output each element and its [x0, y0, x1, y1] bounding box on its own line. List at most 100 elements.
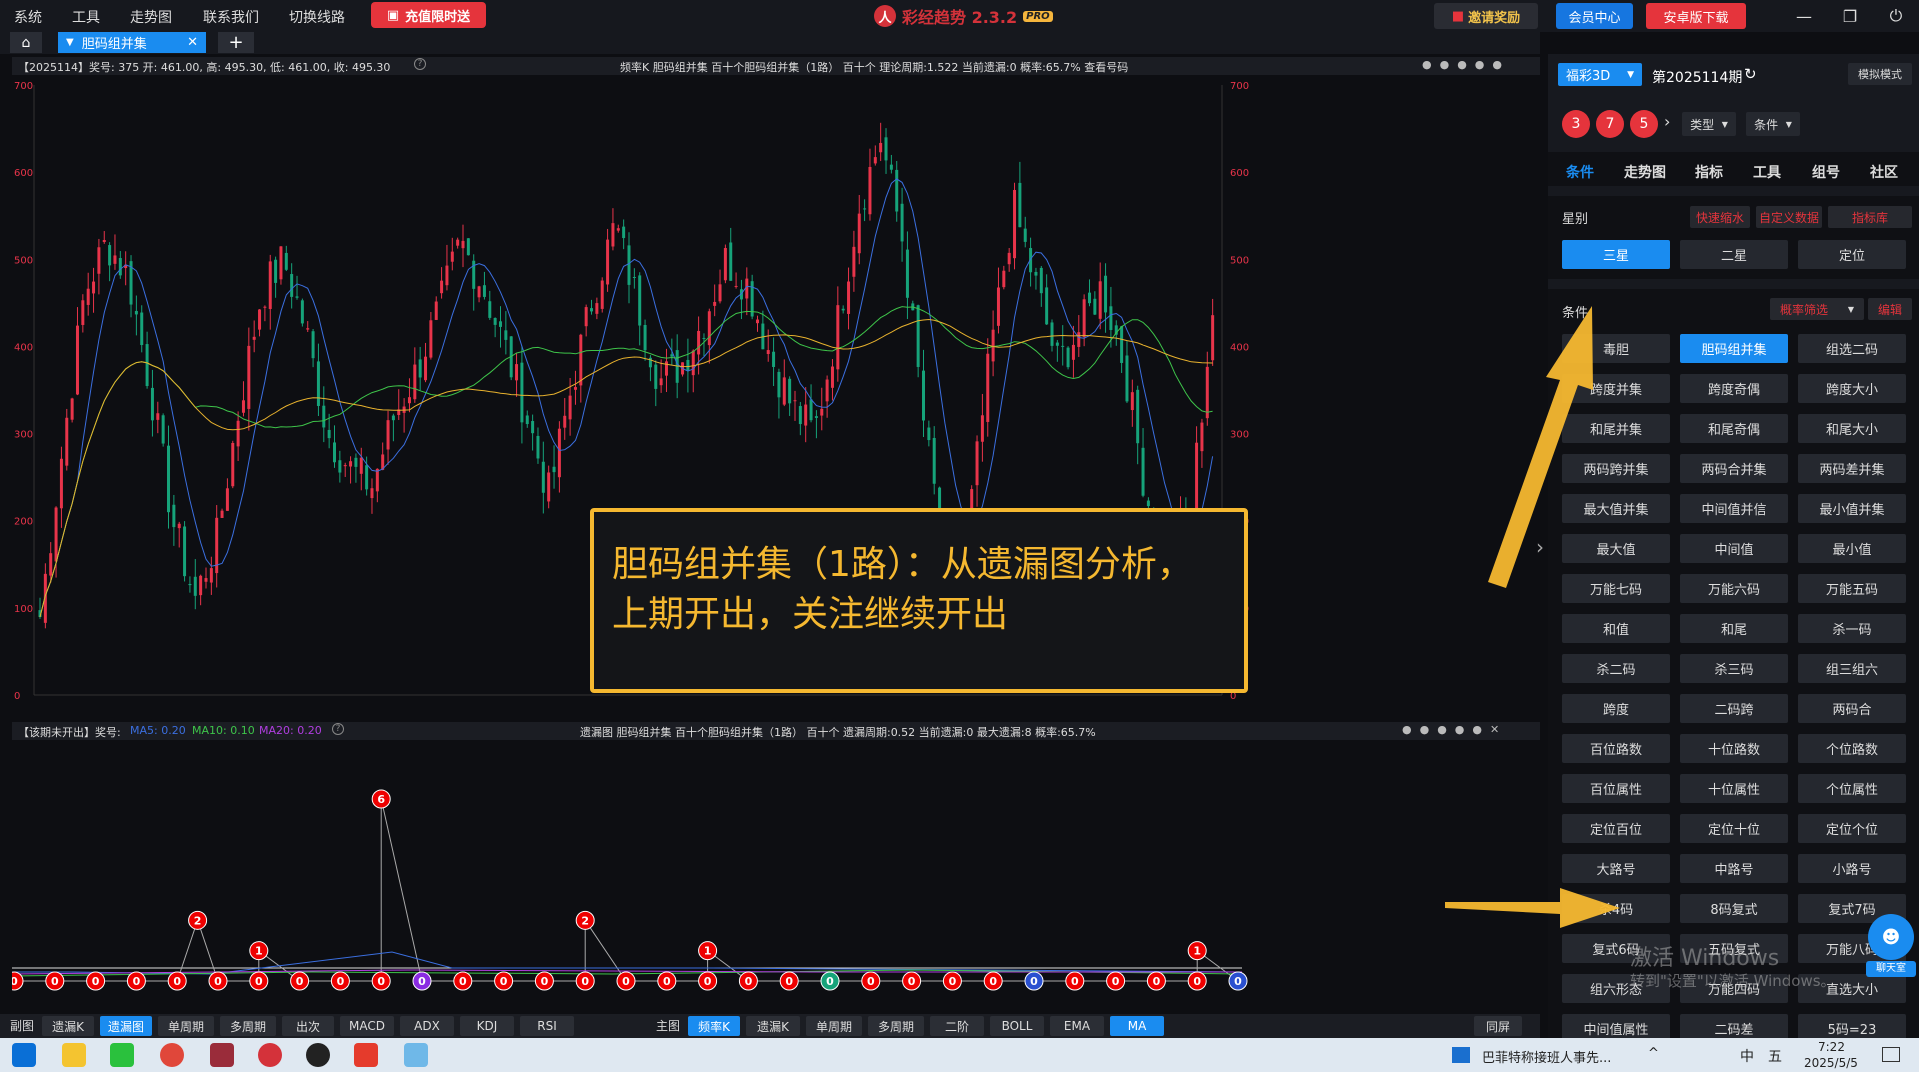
condition-button[interactable]: 跨度奇偶 — [1680, 374, 1788, 403]
ime-mode[interactable]: 五 — [1768, 1046, 1782, 1066]
sub-btn-missing-k[interactable]: 遗漏K — [42, 1016, 94, 1036]
condition-button[interactable]: 中间值并信 — [1680, 494, 1788, 523]
chevron-right-icon[interactable]: › — [1664, 112, 1670, 131]
invite-reward-button[interactable]: ■ 邀请奖励 — [1434, 3, 1538, 29]
main-btn-boll[interactable]: BOLL — [990, 1016, 1044, 1036]
tab-indicators[interactable]: 指标 — [1695, 162, 1723, 182]
condition-button[interactable]: 和尾并集 — [1562, 414, 1670, 443]
missing-chart[interactable]: 0 0 0 0 0 0 0 0 0 0 0 0 0 0 0 0 0 0 0 0 0 0 0 0 0 0 0 0 0 0 0 2 1 6 2 1 1 — [4, 742, 1540, 1012]
restore-icon[interactable]: ❐ — [1832, 2, 1868, 30]
condition-button[interactable]: 大路号 — [1562, 854, 1670, 883]
chat-bubble-icon[interactable]: ☻ — [1868, 914, 1914, 960]
tab-trend[interactable]: 走势图 — [1624, 162, 1666, 182]
condition-button[interactable]: 个位路数 — [1798, 734, 1906, 763]
quick-shrink-button[interactable]: 快速缩水 — [1690, 206, 1750, 228]
condition-button[interactable]: 和值 — [1562, 614, 1670, 643]
condition-button[interactable]: 中间值属性 — [1562, 1014, 1670, 1038]
main-btn-ma[interactable]: MA — [1110, 1016, 1164, 1036]
menu-tools[interactable]: 工具 — [72, 7, 100, 27]
menu-trend[interactable]: 走势图 — [130, 7, 172, 27]
edit-button[interactable]: 编辑 — [1868, 298, 1912, 320]
sub-btn-adx[interactable]: ADX — [400, 1016, 454, 1036]
sub-btn-multi-period[interactable]: 多周期 — [220, 1016, 276, 1036]
condition-button[interactable]: 小路号 — [1798, 854, 1906, 883]
simulation-mode-button[interactable]: 模拟模式 — [1848, 63, 1912, 85]
android-download-button[interactable]: 安卓版下载 — [1646, 3, 1746, 29]
tab-groups[interactable]: 组号 — [1812, 162, 1840, 182]
sub-btn-single-period[interactable]: 单周期 — [158, 1016, 214, 1036]
condition-button[interactable]: 二码差 — [1680, 1014, 1788, 1038]
sub-btn-macd[interactable]: MACD — [340, 1016, 394, 1036]
notification-icon[interactable] — [1882, 1047, 1900, 1062]
condition-button[interactable]: 最小值 — [1798, 534, 1906, 563]
main-btn-ema[interactable]: EMA — [1050, 1016, 1104, 1036]
same-screen-button[interactable]: 同屏 — [1474, 1016, 1522, 1036]
condition-button[interactable]: 杀一码 — [1798, 614, 1906, 643]
missing-chart-tool-icons[interactable]: ●●●●●✕ — [1402, 723, 1507, 736]
refresh-icon[interactable]: ↻ — [1744, 65, 1757, 83]
condition-button[interactable]: 百位路数 — [1562, 734, 1670, 763]
star-option-position[interactable]: 定位 — [1798, 240, 1906, 269]
menu-system[interactable]: 系统 — [14, 7, 42, 27]
condition-button[interactable]: 8码复式 — [1680, 894, 1788, 923]
condition-button[interactable]: 定位百位 — [1562, 814, 1670, 843]
condition-button[interactable]: 毒胆 — [1562, 334, 1670, 363]
condition-button[interactable]: 两码差并集 — [1798, 454, 1906, 483]
condition-button[interactable]: 跨度大小 — [1798, 374, 1906, 403]
custom-data-button[interactable]: 自定义数据 — [1756, 206, 1822, 228]
star-option-two[interactable]: 二星 — [1680, 240, 1788, 269]
app-icon[interactable] — [210, 1043, 234, 1067]
condition-button[interactable]: 5码=23 — [1798, 1014, 1906, 1038]
news-ticker[interactable]: 巴菲特称接班人事先... — [1482, 1047, 1611, 1066]
condition-button[interactable]: 定位十位 — [1680, 814, 1788, 843]
sub-btn-occurrences[interactable]: 出次 — [282, 1016, 334, 1036]
condition-button[interactable]: 杀4码 — [1562, 894, 1670, 923]
probability-filter-button[interactable]: 概率筛选 ▼ — [1770, 298, 1864, 320]
main-btn-single-period[interactable]: 单周期 — [806, 1016, 862, 1036]
sub-btn-missing-chart[interactable]: 遗漏图 — [100, 1016, 152, 1036]
condition-button[interactable]: 个位属性 — [1798, 774, 1906, 803]
condition-button[interactable]: 十位属性 — [1680, 774, 1788, 803]
help-icon[interactable]: ? — [332, 723, 344, 735]
condition-button[interactable]: 中路号 — [1680, 854, 1788, 883]
main-btn-missing-k[interactable]: 遗漏K — [746, 1016, 800, 1036]
sub-btn-rsi[interactable]: RSI — [520, 1016, 574, 1036]
condition-button[interactable]: 跨度 — [1562, 694, 1670, 723]
menu-switch-line[interactable]: 切换线路 — [289, 7, 345, 27]
close-tab-icon[interactable]: ✕ — [187, 35, 198, 50]
recharge-button[interactable]: ▣ 充值限时送 — [371, 2, 486, 28]
star-option-three[interactable]: 三星 — [1562, 240, 1670, 269]
condition-button[interactable]: 万能五码 — [1798, 574, 1906, 603]
tab-tools[interactable]: 工具 — [1753, 162, 1781, 182]
help-icon[interactable]: ? — [414, 58, 426, 70]
tab-active[interactable]: ▼ 胆码组并集 ✕ — [58, 32, 206, 53]
browser-icon[interactable] — [160, 1043, 184, 1067]
qq-icon[interactable] — [306, 1043, 330, 1067]
condition-dropdown[interactable]: 条件 ▼ — [1746, 112, 1800, 136]
collapse-arrow-icon[interactable]: › — [1536, 535, 1544, 559]
condition-button[interactable]: 杀三码 — [1680, 654, 1788, 683]
chart-tool-icons[interactable]: ●●●●● — [1422, 58, 1510, 71]
power-icon[interactable]: ⏻ — [1878, 2, 1914, 30]
condition-button[interactable]: 组选二码 — [1798, 334, 1906, 363]
add-tab-button[interactable]: + — [218, 32, 254, 53]
condition-button[interactable]: 跨度并集 — [1562, 374, 1670, 403]
condition-button[interactable]: 最大值并集 — [1562, 494, 1670, 523]
minimize-icon[interactable]: — — [1786, 2, 1822, 30]
member-center-button[interactable]: 会员中心 — [1556, 3, 1633, 29]
home-icon[interactable]: ⌂ — [10, 32, 42, 53]
condition-button[interactable]: 两码合 — [1798, 694, 1906, 723]
condition-button[interactable]: 最小值并集 — [1798, 494, 1906, 523]
condition-button[interactable]: 百位属性 — [1562, 774, 1670, 803]
main-btn-second-order[interactable]: 二阶 — [930, 1016, 984, 1036]
index-library-button[interactable]: 指标库 — [1828, 206, 1912, 228]
condition-button[interactable]: 杀二码 — [1562, 654, 1670, 683]
condition-button[interactable]: 胆码组并集 — [1680, 334, 1788, 363]
sub-btn-kdj[interactable]: KDJ — [460, 1016, 514, 1036]
tab-conditions[interactable]: 条件 — [1566, 162, 1594, 182]
main-btn-frequency-k[interactable]: 频率K — [688, 1016, 740, 1036]
chat-room-label[interactable]: 聊天室 — [1866, 961, 1916, 977]
lottery-select[interactable]: 福彩3D ▼ — [1558, 63, 1642, 86]
type-dropdown[interactable]: 类型 ▼ — [1682, 112, 1736, 136]
condition-button[interactable]: 和尾奇偶 — [1680, 414, 1788, 443]
